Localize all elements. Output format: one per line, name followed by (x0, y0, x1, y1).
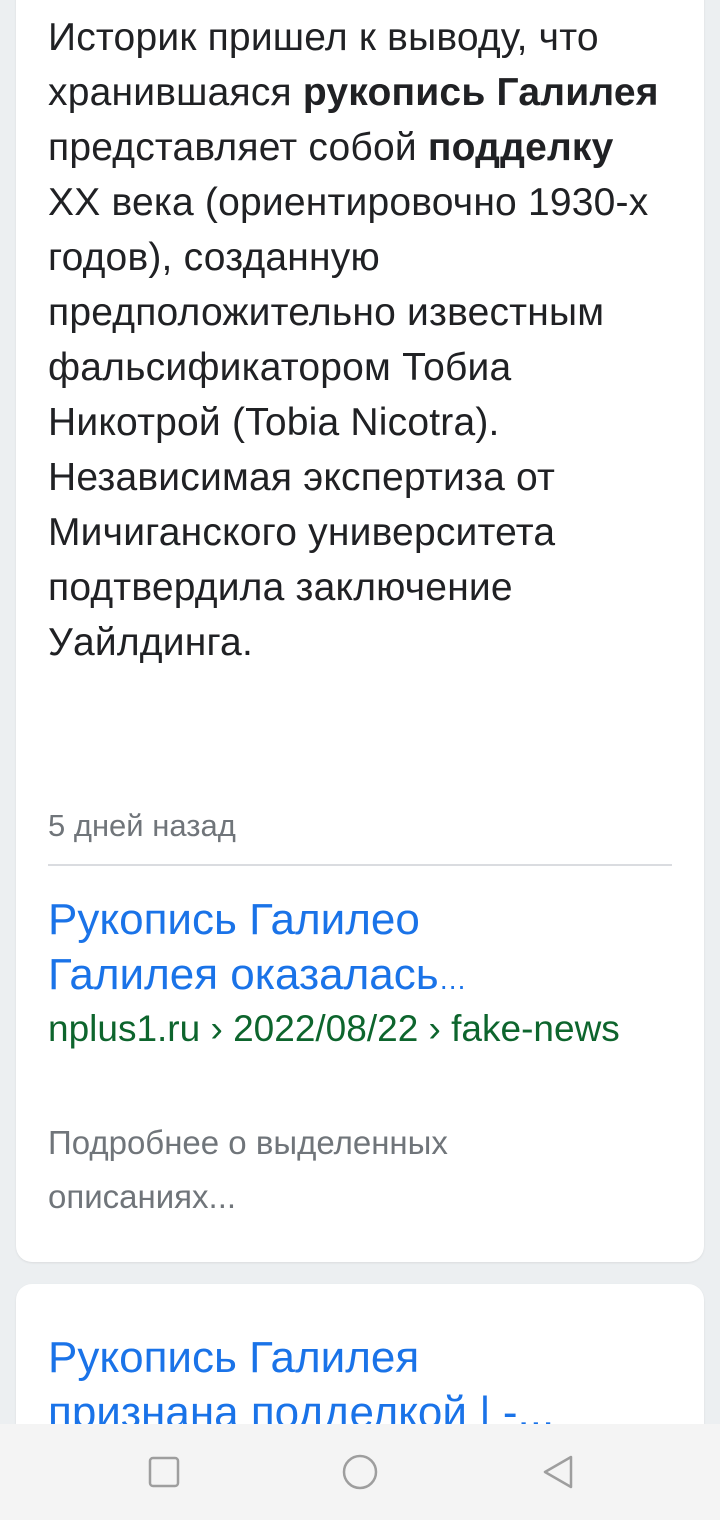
snippet-text-part: XX века (ориентировочно 1930-х годов), с… (48, 181, 649, 664)
snippet-text-part: представляет собой (48, 126, 428, 169)
result-title-line: Галилея оказалась (48, 950, 439, 999)
about-featured-snippets-link[interactable]: Подробнее о выделенных описаниях... (48, 1116, 608, 1224)
result-title-ellipsis: … (438, 964, 467, 995)
recents-button[interactable] (144, 1452, 184, 1492)
result-url-breadcrumb[interactable]: nplus1.ru › 2022/08/22 › fake-news (48, 1002, 678, 1056)
home-button[interactable] (340, 1452, 380, 1492)
divider (48, 864, 672, 866)
system-navigation-bar (0, 1424, 720, 1520)
snippet-date: 5 дней назад (48, 808, 236, 843)
circle-home-icon (342, 1454, 378, 1490)
result-title-link[interactable]: Рукопись Галилео Галилея оказалась… (48, 892, 678, 1007)
search-results-page: Историк пришел к выводу, что хранившаяся… (0, 0, 720, 1520)
result-title-line: Рукопись Галилея (48, 1333, 420, 1382)
triangle-back-icon (543, 1455, 573, 1489)
back-button[interactable] (538, 1452, 578, 1492)
snippet-highlight: подделку (427, 126, 614, 169)
square-recents-icon (148, 1456, 180, 1488)
snippet-text: Историк пришел к выводу, что хранившаяся… (48, 10, 668, 670)
featured-snippet-card: Историк пришел к выводу, что хранившаяся… (16, 0, 704, 1262)
snippet-highlight: рукопись Галилея (302, 71, 659, 114)
result-title-line: Рукопись Галилео (48, 895, 420, 944)
